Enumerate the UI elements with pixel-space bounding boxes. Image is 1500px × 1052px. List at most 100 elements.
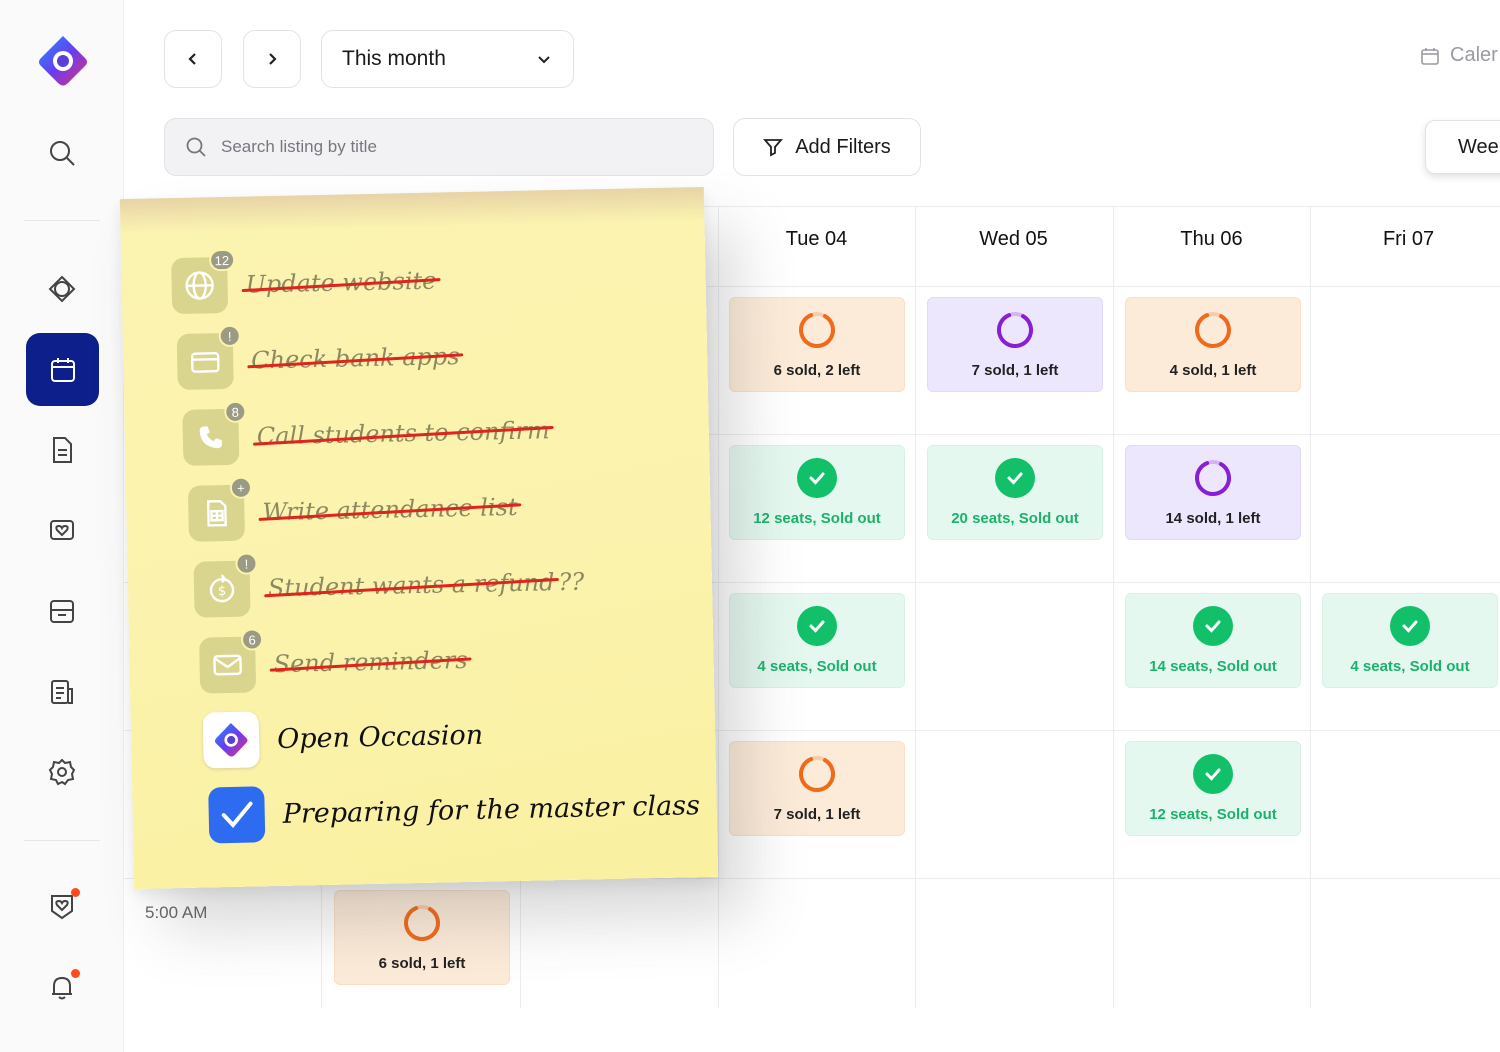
calendar-small-icon [1421,47,1439,65]
check-circle-icon [1193,754,1233,794]
todo-item[interactable]: 6 Send reminders [199,628,468,694]
search-icon[interactable] [40,131,84,175]
todo-suffix: ?? [558,567,585,597]
event-slot[interactable]: 6 sold, 2 left [729,297,905,392]
view-label: Weel [1458,135,1500,158]
check-circle-icon [995,458,1035,498]
progress-ring-icon [1195,312,1231,348]
document-icon[interactable] [40,428,84,472]
day-header[interactable]: Wed 05 [915,228,1112,251]
todo-text: Write attendance list [262,492,518,527]
todo-text: Preparing for the master class [282,789,701,830]
todo-text: Check bank apps [250,342,460,375]
time-label: 5:00 AM [145,903,208,922]
event-slot-soldout[interactable]: 14 seats, Sold out [1125,593,1301,688]
todo-item[interactable]: + Write attendance list [187,476,518,542]
store-icon[interactable] [40,589,84,633]
todo-item[interactable]: $! Student wants a refund?? [193,552,585,618]
grid-line [718,206,719,1008]
todo-item[interactable]: 12 Update website [171,248,437,315]
mail-icon: 6 [199,628,264,694]
checkbox-icon [208,786,266,844]
filter-icon [763,139,784,157]
event-slot[interactable]: 14 sold, 1 left [1125,445,1301,540]
sheet-icon: + [187,476,253,542]
todo-badge: 6 [240,628,264,651]
todo-item[interactable]: 8 Call students to confirm [182,400,551,466]
chevron-left-icon [188,53,196,65]
slot-label: 14 seats, Sold out [1149,658,1277,675]
event-slot[interactable]: 7 sold, 1 left [927,297,1103,392]
todo-text: Call students to confirm [256,416,551,451]
event-slot[interactable]: 7 sold, 1 left [729,741,905,836]
day-header[interactable]: Fri 07 [1310,228,1500,251]
prev-button[interactable] [164,30,222,88]
wallet-icon: ! [176,324,241,391]
sidebar-divider [24,840,100,841]
todo-badge: 8 [224,400,247,424]
slot-label: 7 sold, 1 left [971,362,1059,379]
todo-text: Update website [245,266,437,299]
heart-mail-icon[interactable] [40,508,84,552]
notification-dot [71,888,80,897]
view-week-button[interactable]: Weel [1425,120,1500,174]
day-header[interactable]: Tue 04 [718,228,915,251]
todo-text: Student wants a refund [267,568,555,603]
event-slot-soldout[interactable]: 4 seats, Sold out [729,593,905,688]
sidebar [0,0,124,1052]
event-slot-soldout[interactable]: 12 seats, Sold out [729,445,905,540]
event-slot[interactable]: 4 sold, 1 left [1125,297,1301,392]
progress-ring-icon [799,756,835,792]
event-slot-soldout[interactable]: 4 seats, Sold out [1322,593,1498,688]
period-select[interactable]: This month [321,30,574,88]
slot-label: 4 seats, Sold out [1350,658,1470,675]
add-filters-button[interactable]: Add Filters [733,118,921,176]
next-button[interactable] [243,30,301,88]
search-bar[interactable] [164,118,714,176]
slot-label: 6 sold, 2 left [773,362,861,379]
todo-item[interactable]: ! Check bank apps [176,324,460,391]
slot-label: 4 sold, 1 left [1169,362,1257,379]
todo-text: Send reminders [273,646,468,679]
slot-label: 6 sold, 1 left [378,955,466,972]
slot-label: 12 seats, Sold out [753,510,881,527]
sidebar-item-calendar[interactable] [26,333,99,406]
slot-label: 14 sold, 1 left [1165,510,1261,527]
check-circle-icon [797,458,837,498]
progress-ring-icon [997,312,1033,348]
todo-badge: ! [235,552,258,575]
calendar-link[interactable]: Caler [1420,44,1498,67]
add-filters-label: Add Filters [795,135,891,158]
grid-line [1310,206,1311,1008]
slot-label: 7 sold, 1 left [773,806,861,823]
slot-label: 12 seats, Sold out [1149,806,1277,823]
check-circle-icon [1390,606,1430,646]
notification-dot [71,969,80,978]
todo-item[interactable]: Preparing for the master class [208,777,701,844]
calendar-link-label: Caler [1450,44,1498,66]
period-label: This month [342,47,446,70]
grid-line [915,206,916,1008]
day-header[interactable]: Thu 06 [1113,228,1310,251]
search-icon [186,137,206,157]
sidebar-divider [24,220,100,221]
slot-label: 4 seats, Sold out [757,658,877,675]
event-slot-soldout[interactable]: 20 seats, Sold out [927,445,1103,540]
report-icon[interactable] [40,670,84,714]
network-icon[interactable] [40,267,84,311]
app-logo-icon[interactable] [35,33,91,89]
search-input[interactable] [221,137,681,157]
chevron-right-icon [269,53,277,65]
chevron-down-icon [538,56,550,64]
settings-icon[interactable] [40,750,84,794]
todo-item[interactable]: Open Occasion [202,707,484,769]
todo-text: Open Occasion [276,719,484,755]
progress-ring-icon [404,905,440,941]
occasion-logo-icon [202,711,260,769]
svg-text:$: $ [218,584,227,599]
event-slot-soldout[interactable]: 12 seats, Sold out [1125,741,1301,836]
calendar-icon [50,357,75,382]
event-slot[interactable]: 6 sold, 1 left [334,890,510,985]
refund-icon: $! [193,552,258,618]
todo-badge: + [229,476,253,499]
